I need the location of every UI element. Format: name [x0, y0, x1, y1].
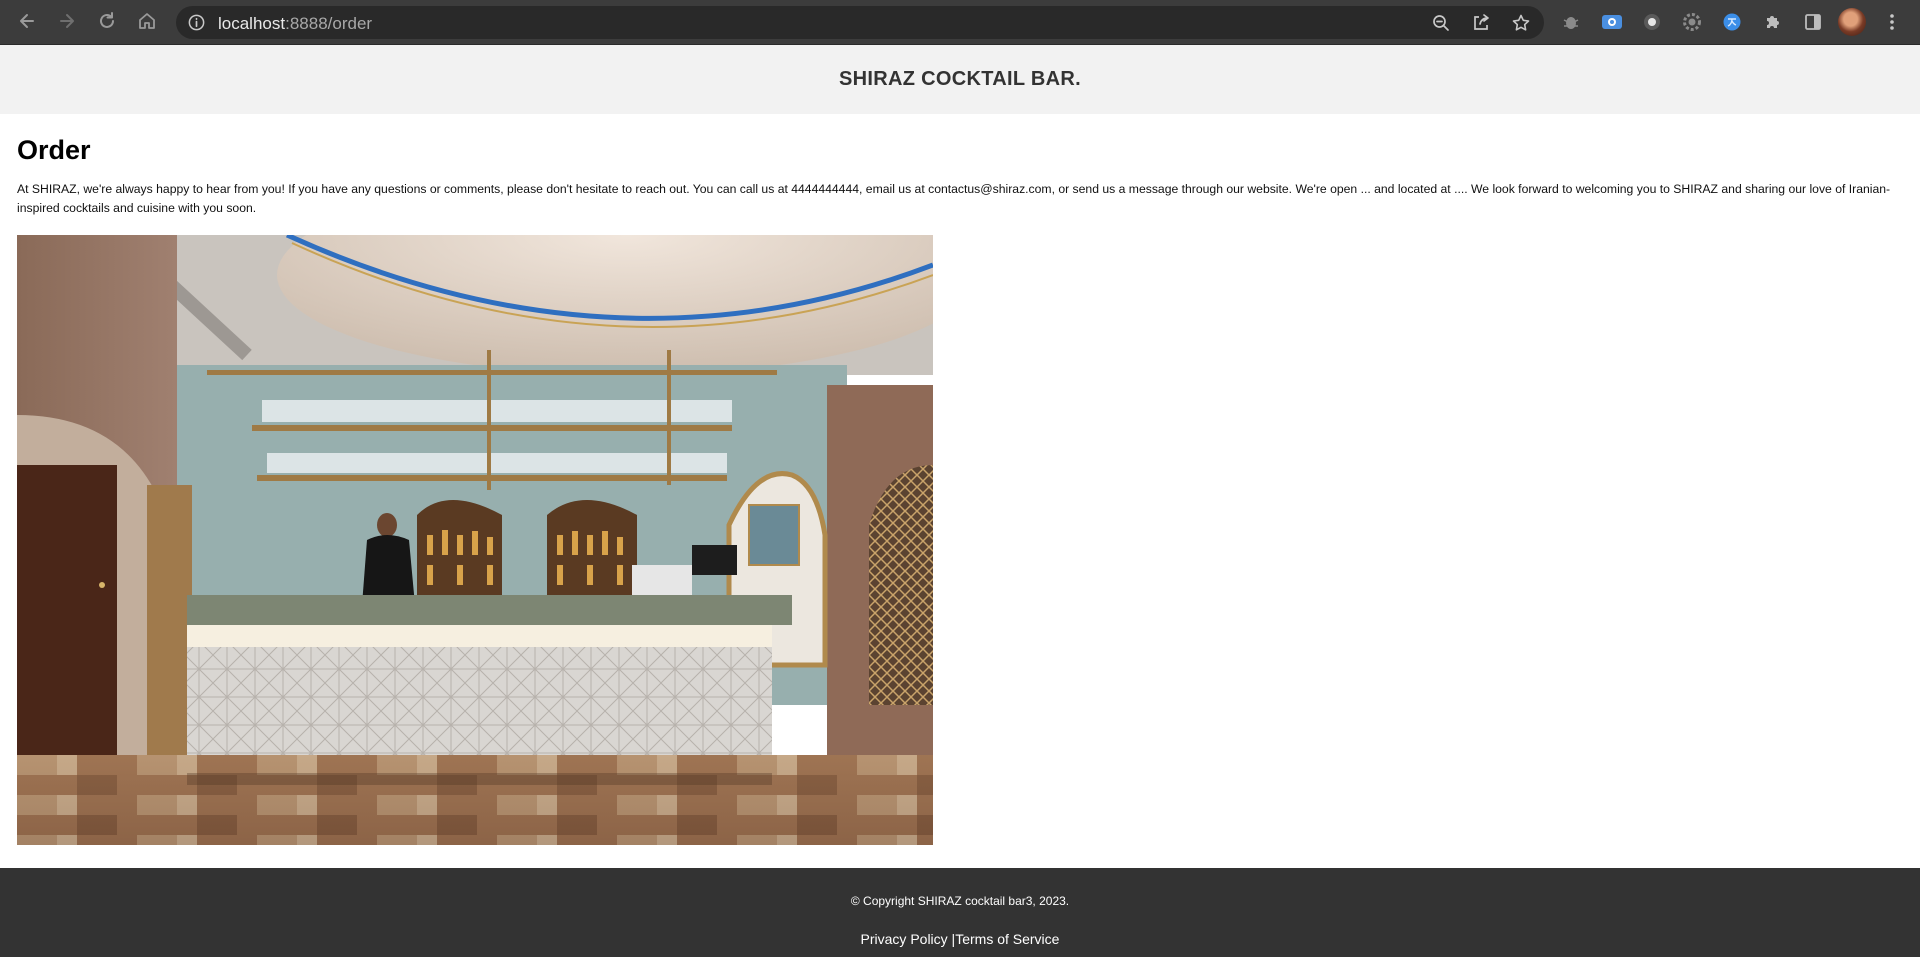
kebab-menu-icon[interactable]: [1881, 11, 1903, 33]
puzzle-icon[interactable]: [1762, 11, 1784, 33]
footer-links: Privacy Policy |Terms of Service: [0, 931, 1920, 947]
back-button[interactable]: [13, 7, 41, 35]
copyright-text: © Copyright SHIRAZ cocktail bar3, 2023.: [850, 894, 1070, 908]
site-footer: © Copyright SHIRAZ cocktail bar3, 2023. …: [0, 868, 1920, 957]
intro-paragraph: At SHIRAZ, we're always happy to hear fr…: [17, 182, 1891, 215]
home-icon: [139, 13, 155, 29]
bar-interior-photo: [17, 235, 933, 845]
reload-button[interactable]: [93, 7, 121, 35]
site-header: SHIRAZ COCKTAIL BAR.: [0, 45, 1920, 114]
page-title: Order: [17, 135, 91, 165]
arrow-left-icon: [20, 14, 34, 28]
forward-button[interactable]: [53, 7, 81, 35]
url-path: :8888/order: [285, 14, 373, 33]
reload-icon: [100, 12, 114, 28]
extension-gear-icon[interactable]: [1681, 11, 1703, 33]
terms-of-service-link[interactable]: Terms of Service: [955, 931, 1059, 947]
side-panel-icon[interactable]: [1802, 11, 1824, 33]
info-icon[interactable]: [187, 13, 206, 32]
url-text[interactable]: localhost:8888/order: [218, 14, 372, 34]
arrow-right-icon: [60, 14, 74, 28]
extension-screen-icon[interactable]: [1601, 11, 1623, 33]
extension-bug-icon[interactable]: [1560, 11, 1582, 33]
extension-record-icon[interactable]: [1641, 11, 1663, 33]
extension-translate-icon[interactable]: [1721, 11, 1743, 33]
home-button[interactable]: [133, 7, 161, 35]
zoom-icon[interactable]: [1431, 13, 1451, 33]
privacy-policy-link[interactable]: Privacy Policy: [861, 931, 948, 947]
url-host: localhost: [218, 14, 286, 33]
share-icon[interactable]: [1471, 13, 1491, 33]
address-bar[interactable]: localhost:8888/order: [176, 6, 1544, 39]
main-content: Order At SHIRAZ, we're always happy to h…: [17, 133, 1907, 218]
profile-avatar[interactable]: [1838, 8, 1866, 36]
site-title: SHIRAZ COCKTAIL BAR.: [839, 68, 1081, 90]
browser-toolbar: localhost:8888/order: [0, 0, 1920, 45]
star-icon[interactable]: [1511, 13, 1531, 33]
